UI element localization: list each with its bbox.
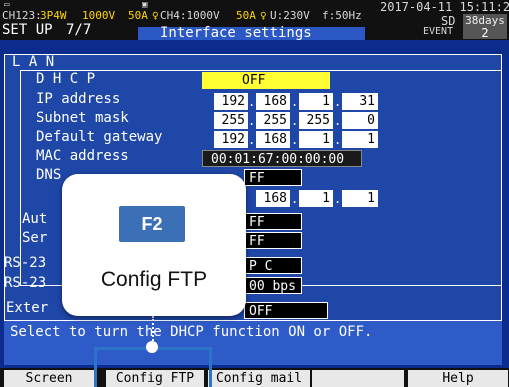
gateway-dot: . xyxy=(334,133,342,147)
subnet-octet-2[interactable]: 255 xyxy=(256,112,290,129)
gateway-dot: . xyxy=(291,133,299,147)
voltage-u-label: U:230V xyxy=(270,9,310,22)
dns-setting-value[interactable]: FF xyxy=(244,169,302,186)
f2-key-badge: F2 xyxy=(119,206,185,242)
ip-dot: . xyxy=(334,95,342,109)
rs232-label-2: RS-23 xyxy=(4,275,47,291)
ch123-voltage: 1000V xyxy=(82,9,116,22)
auto-label: Aut xyxy=(22,211,48,227)
callout-label: Config FTP xyxy=(100,268,208,291)
subnet-mask-label: Subnet mask xyxy=(36,110,129,126)
f5-help-button[interactable]: Help xyxy=(408,370,508,387)
ip-dot: . xyxy=(248,95,256,109)
subnet-dot: . xyxy=(248,114,256,128)
callout-popup: F2 Config FTP xyxy=(62,174,246,316)
ch4-label: CH4:1000V xyxy=(160,9,220,22)
datetime: 2017-04-11 15:11:26 xyxy=(380,0,509,14)
ip-octet-2[interactable]: 168 xyxy=(256,93,290,110)
subnet-octet-1[interactable]: 255 xyxy=(214,112,248,129)
subnet-octet-4[interactable]: 0 xyxy=(342,112,378,129)
ch123-current: 50A xyxy=(128,9,148,22)
dns-dot: . xyxy=(334,192,342,206)
gateway-dot: . xyxy=(248,133,256,147)
help-text: Select to turn the DHCP function ON or O… xyxy=(10,324,373,340)
dns-octet-4[interactable]: 1 xyxy=(342,190,378,207)
dns-label: DNS xyxy=(36,167,62,183)
f3-config-mail-button[interactable]: Config mail xyxy=(208,370,310,387)
device-screen: ▭ ▣ CH123: 3P4W 1000V 50A ♀ CH4:1000V 50… xyxy=(0,0,509,387)
clamp-icon-2: ♀ xyxy=(260,9,267,22)
ip-address-label: IP address xyxy=(36,91,121,107)
server-label: Ser xyxy=(22,230,48,246)
ch4-current: 50A xyxy=(236,9,256,22)
rs232-value-1[interactable]: P C xyxy=(244,257,302,274)
auto-value[interactable]: FF xyxy=(244,213,302,230)
ip-octet-4[interactable]: 31 xyxy=(342,93,378,110)
external-value[interactable]: OFF xyxy=(244,302,328,319)
dns-octet-2[interactable]: 168 xyxy=(256,190,290,207)
dns-dot: . xyxy=(291,192,299,206)
gateway-label: Default gateway xyxy=(36,129,163,145)
dns-octet-3[interactable]: 1 xyxy=(299,190,333,207)
rs232-label-1: RS-23 xyxy=(4,255,47,271)
frequency-label: f:50Hz xyxy=(322,9,362,22)
ip-dot: . xyxy=(291,95,299,109)
gateway-octet-2[interactable]: 168 xyxy=(256,131,290,148)
ch123-label: CH123: xyxy=(2,9,42,22)
subnet-dot: . xyxy=(334,114,342,128)
event-label: EVENT xyxy=(423,26,454,37)
ip-octet-3[interactable]: 1 xyxy=(299,93,333,110)
lan-header: L A N xyxy=(12,54,55,70)
f2-highlight-frame xyxy=(94,347,212,387)
rs232-value-2[interactable]: 00 bps xyxy=(244,277,302,294)
event-count: 2 xyxy=(463,26,507,40)
ch123-wiring: 3P4W xyxy=(40,9,67,22)
dhcp-value[interactable]: OFF xyxy=(202,72,330,89)
gateway-octet-3[interactable]: 1 xyxy=(299,131,333,148)
section-title: Interface settings xyxy=(160,25,312,41)
callout-pointer-dot xyxy=(146,341,158,353)
mac-address-label: MAC address xyxy=(36,148,129,164)
subnet-octet-3[interactable]: 255 xyxy=(299,112,333,129)
server-value[interactable]: FF xyxy=(244,232,302,249)
subnet-dot: . xyxy=(291,114,299,128)
function-key-bar: Screen Config FTP Config mail Help xyxy=(0,368,509,387)
ip-octet-1[interactable]: 192 xyxy=(214,93,248,110)
page-indicator: 7/7 xyxy=(66,22,92,38)
gateway-octet-4[interactable]: 1 xyxy=(342,131,378,148)
external-label: Exter xyxy=(6,300,49,316)
f1-screen-button[interactable]: Screen xyxy=(4,370,94,387)
dhcp-label: D H C P xyxy=(36,71,96,87)
screen-title: SET UP xyxy=(2,22,53,38)
help-area: Select to turn the DHCP function ON or O… xyxy=(4,320,502,365)
clamp-icon: ♀ xyxy=(152,9,159,22)
gateway-octet-1[interactable]: 192 xyxy=(214,131,248,148)
status-bar: ▭ ▣ CH123: 3P4W 1000V 50A ♀ CH4:1000V 50… xyxy=(0,0,509,41)
f4-blank-button[interactable] xyxy=(312,370,404,387)
mac-address-value: 00:01:67:00:00:00 xyxy=(202,150,362,167)
